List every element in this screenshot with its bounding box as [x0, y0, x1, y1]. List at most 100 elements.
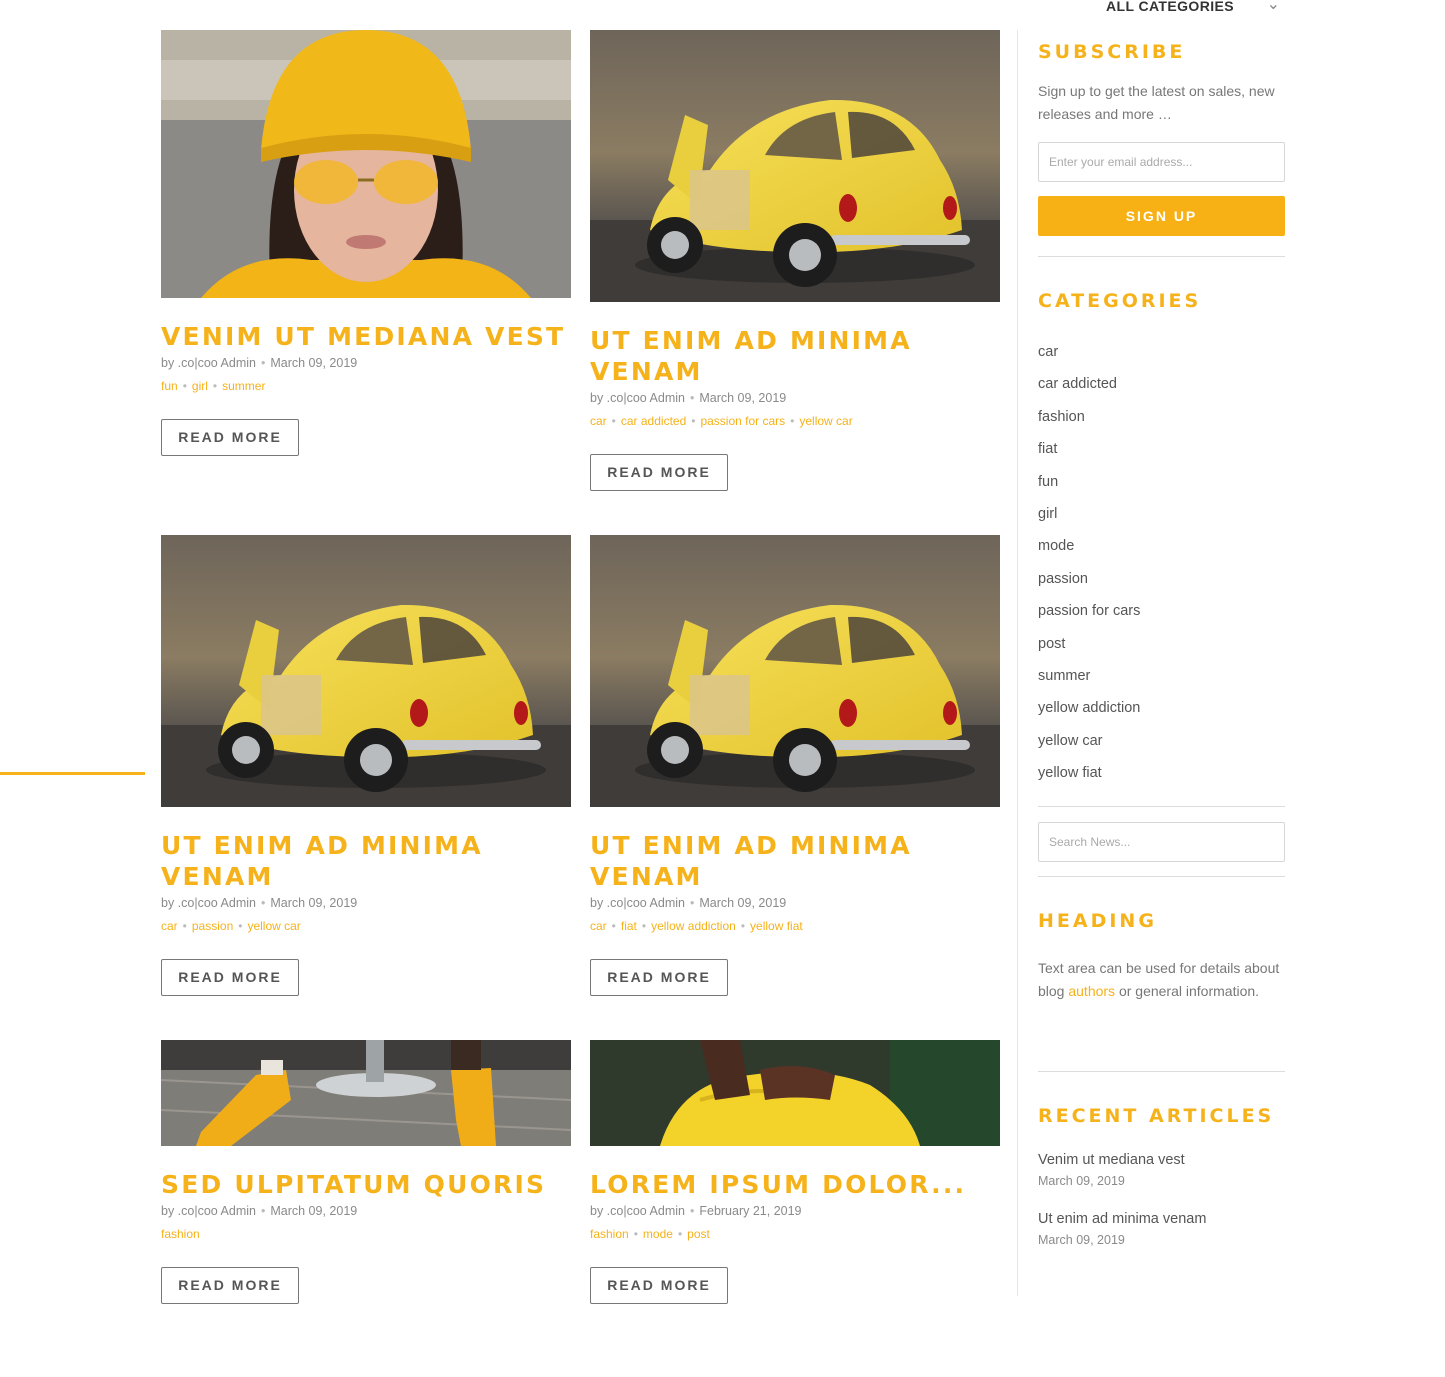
category-link[interactable]: passion for cars	[1038, 601, 1285, 633]
heading-widget: HEADING Text area can be used for detail…	[1038, 910, 1285, 1003]
post-meta: by .co|coo Admin • March 09, 2019	[590, 391, 787, 405]
category-link[interactable]: yellow fiat	[1038, 763, 1285, 795]
category-link[interactable]: yellow addiction	[1038, 698, 1285, 730]
category-link[interactable]: fun	[1038, 472, 1285, 504]
post-tags: fun • girl • summer	[161, 379, 266, 393]
categories-select[interactable]: ALL CATEGORIES ⌄	[1106, 0, 1284, 16]
post-author[interactable]: by .co|coo Admin	[590, 391, 685, 405]
subscribe-text: Sign up to get the latest on sales, new …	[1038, 83, 1275, 122]
accent-line	[0, 772, 145, 775]
post-tags: car • passion • yellow car	[161, 919, 301, 933]
post-title[interactable]: SED ULPITATUM QUORIS	[161, 1169, 571, 1200]
category-link[interactable]: fashion	[1038, 407, 1285, 439]
chevron-down-icon: ⌄	[1266, 0, 1280, 13]
category-link[interactable]: yellow car	[1038, 731, 1285, 763]
category-link[interactable]: fiat	[1038, 439, 1285, 471]
category-link[interactable]: post	[1038, 634, 1285, 666]
post-author[interactable]: by .co|coo Admin	[161, 356, 256, 370]
category-link[interactable]: passion	[1038, 569, 1285, 601]
search-news-input[interactable]	[1038, 822, 1285, 862]
post-date: March 09, 2019	[270, 356, 358, 370]
tag-link[interactable]: passion	[192, 919, 233, 933]
post-title[interactable]: UT ENIM AD MINIMA VENAM	[590, 325, 1000, 387]
email-field[interactable]	[1038, 142, 1285, 182]
category-link[interactable]: car	[1038, 342, 1285, 374]
recent-article-title[interactable]: Ut enim ad minima venam	[1038, 1211, 1285, 1227]
sign-up-button[interactable]: SIGN UP	[1038, 196, 1285, 236]
post-date: March 09, 2019	[699, 391, 787, 405]
post-author[interactable]: by .co|coo Admin	[590, 1204, 685, 1218]
tag-link[interactable]: fun	[161, 379, 178, 393]
subscribe-title: SUBSCRIBE	[1038, 41, 1186, 63]
tag-link[interactable]: yellow car	[247, 919, 300, 933]
divider	[1038, 256, 1285, 257]
post-image[interactable]	[161, 535, 571, 807]
tag-link[interactable]: girl	[192, 379, 208, 393]
post-title[interactable]: UT ENIM AD MINIMA VENAM	[590, 830, 1000, 892]
read-more-button[interactable]: READ MORE	[161, 959, 299, 996]
post-image[interactable]	[161, 1040, 571, 1146]
sidebar: SUBSCRIBE Sign up to get the latest on s…	[1017, 30, 1286, 1296]
search-widget	[1038, 822, 1285, 862]
post-title[interactable]: UT ENIM AD MINIMA VENAM	[161, 830, 571, 892]
tag-link[interactable]: car	[590, 919, 607, 933]
tag-link[interactable]: car	[590, 414, 607, 428]
yellow-beetle-image	[161, 535, 571, 807]
tag-link[interactable]: yellow addiction	[651, 919, 736, 933]
tag-link[interactable]: car	[161, 919, 178, 933]
post-date: February 21, 2019	[699, 1204, 802, 1218]
tag-link[interactable]: passion for cars	[700, 414, 785, 428]
categories-list: car car addicted fashion fiat fun girl mode pas…	[1038, 342, 1285, 795]
post-meta: by .co|coo Admin • March 09, 2019	[161, 356, 358, 370]
tag-link[interactable]: mode	[643, 1227, 673, 1241]
post-image[interactable]	[161, 30, 571, 298]
divider	[1038, 806, 1285, 807]
category-link[interactable]: girl	[1038, 504, 1285, 536]
recent-article[interactable]: Venim ut mediana vest March 09, 2019	[1038, 1152, 1285, 1188]
woman-yellow-beanie-image	[161, 30, 571, 298]
category-link[interactable]: car addicted	[1038, 374, 1285, 406]
post-card: UT ENIM AD MINIMA VENAM by .co|coo Admin…	[590, 30, 1000, 491]
recent-article-date: March 09, 2019	[1038, 1233, 1125, 1247]
post-author[interactable]: by .co|coo Admin	[590, 896, 685, 910]
recent-article-date: March 09, 2019	[1038, 1174, 1125, 1188]
post-author[interactable]: by .co|coo Admin	[161, 896, 256, 910]
post-meta: by .co|coo Admin • March 09, 2019	[161, 1204, 358, 1218]
read-more-button[interactable]: READ MORE	[590, 454, 728, 491]
recent-article-title[interactable]: Venim ut mediana vest	[1038, 1152, 1285, 1168]
read-more-button[interactable]: READ MORE	[161, 1267, 299, 1304]
post-date: March 09, 2019	[270, 1204, 358, 1218]
post-meta: by .co|coo Admin • March 09, 2019	[590, 896, 787, 910]
read-more-button[interactable]: READ MORE	[590, 959, 728, 996]
read-more-button[interactable]: READ MORE	[590, 1267, 728, 1304]
tag-link[interactable]: yellow fiat	[750, 919, 803, 933]
tag-link[interactable]: fashion	[161, 1227, 200, 1241]
tag-link[interactable]: fiat	[621, 919, 637, 933]
post-image[interactable]	[590, 1040, 1000, 1146]
tag-link[interactable]: post	[687, 1227, 710, 1241]
authors-link[interactable]: authors	[1068, 983, 1115, 999]
tag-link[interactable]: car addicted	[621, 414, 686, 428]
post-image[interactable]	[590, 535, 1000, 807]
post-card: SED ULPITATUM QUORIS by .co|coo Admin • Ma…	[161, 1040, 571, 1304]
tag-link[interactable]: yellow car	[799, 414, 852, 428]
heading-title: HEADING	[1038, 910, 1157, 932]
categories-title: CATEGORIES	[1038, 290, 1202, 312]
post-title[interactable]: VENIM UT MEDIANA VEST	[161, 321, 571, 352]
post-date: March 09, 2019	[699, 896, 787, 910]
read-more-button[interactable]: READ MORE	[161, 419, 299, 456]
category-link[interactable]: summer	[1038, 666, 1285, 698]
divider	[1038, 876, 1285, 877]
categories-select-label: ALL CATEGORIES	[1106, 0, 1234, 14]
recent-articles-title: RECENT ARTICLES	[1038, 1105, 1275, 1127]
post-tags: car • fiat • yellow addiction • yellow fiat	[590, 919, 803, 933]
recent-article[interactable]: Ut enim ad minima venam March 09, 2019	[1038, 1211, 1285, 1247]
category-link[interactable]: mode	[1038, 536, 1285, 568]
post-title[interactable]: LOREM IPSUM DOLOR...	[590, 1169, 1000, 1200]
tag-link[interactable]: summer	[222, 379, 265, 393]
post-card: LOREM IPSUM DOLOR... by .co|coo Admin • Fe…	[590, 1040, 1000, 1304]
post-author[interactable]: by .co|coo Admin	[161, 1204, 256, 1218]
tag-link[interactable]: fashion	[590, 1227, 629, 1241]
divider	[1038, 1071, 1285, 1072]
post-image[interactable]	[590, 30, 1000, 302]
